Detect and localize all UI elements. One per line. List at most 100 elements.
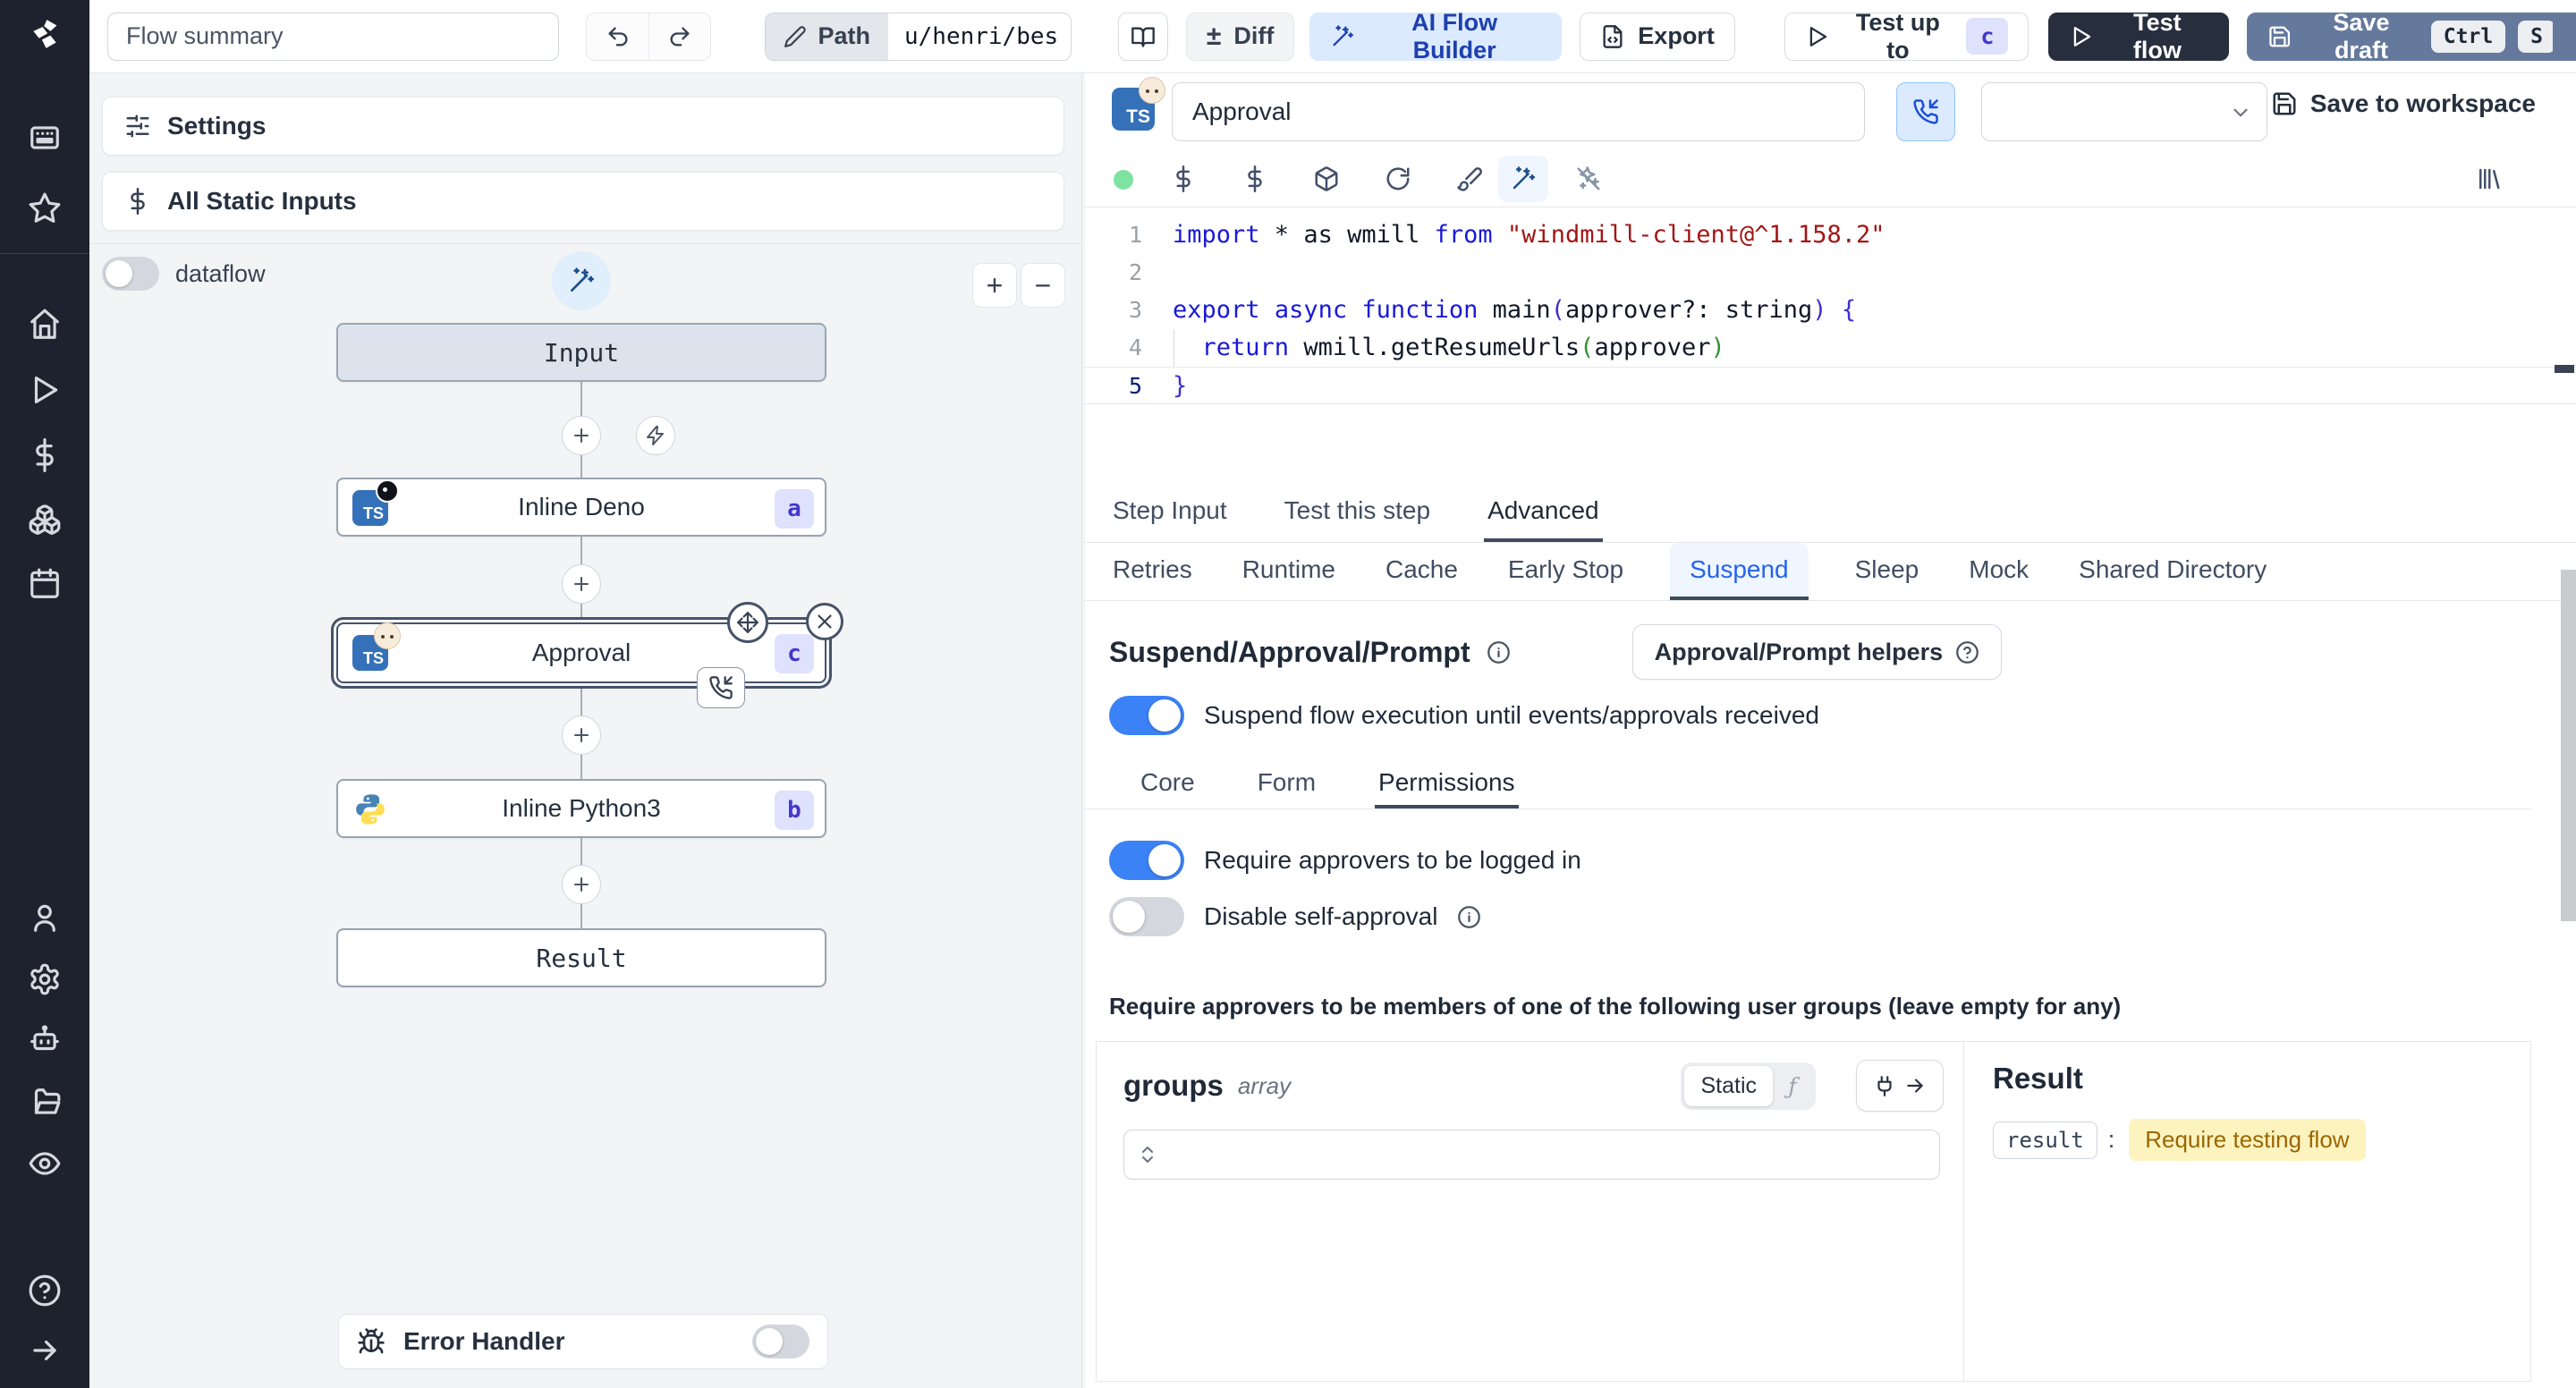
favorites-star-icon[interactable] — [27, 190, 63, 226]
tab-advanced[interactable]: Advanced — [1484, 483, 1603, 542]
approval-prompt-helpers-button[interactable]: Approval/Prompt helpers — [1631, 624, 2003, 680]
move-node-button[interactable] — [727, 602, 768, 643]
folders-icon[interactable] — [27, 1085, 63, 1121]
suspend-toggle[interactable] — [1109, 696, 1184, 735]
error-handler-toggle[interactable] — [752, 1325, 809, 1358]
redo-button[interactable] — [648, 13, 711, 60]
delete-node-button[interactable] — [806, 603, 843, 640]
groups-value-input[interactable] — [1167, 1137, 1927, 1172]
result-key-chip[interactable]: result — [1993, 1121, 2097, 1159]
code-line-current[interactable]: 5 } — [1085, 367, 2576, 404]
tab-permissions[interactable]: Permissions — [1375, 760, 1519, 808]
tab-early-stop[interactable]: Early Stop — [1504, 543, 1627, 600]
tab-runtime[interactable]: Runtime — [1239, 543, 1339, 600]
insert-step-button[interactable] — [562, 865, 601, 904]
schedules-calendar-icon[interactable] — [27, 566, 63, 602]
home-icon[interactable] — [27, 307, 63, 343]
code-line[interactable]: 2 — [1085, 254, 2576, 292]
tab-step-input[interactable]: Step Input — [1109, 483, 1231, 542]
flow-node-inline-python3[interactable]: Inline Python3 b — [336, 779, 826, 838]
path-value[interactable]: u/henri/bes — [887, 13, 1072, 60]
disable-self-approval-toggle[interactable] — [1109, 897, 1184, 936]
audit-eye-icon[interactable] — [27, 1146, 63, 1181]
step-summary-select[interactable] — [1981, 82, 2267, 141]
insert-step-button[interactable] — [562, 715, 601, 755]
info-icon[interactable] — [1457, 905, 1481, 929]
tab-cache[interactable]: Cache — [1382, 543, 1462, 600]
info-icon[interactable] — [1487, 640, 1511, 664]
settings-gear-icon[interactable] — [27, 961, 63, 997]
line-number: 1 — [1128, 222, 1142, 248]
ai-wand-button[interactable] — [552, 251, 611, 310]
flow-node-inline-deno[interactable]: TS Inline Deno a — [336, 478, 826, 537]
sparkles-off-icon[interactable] — [1572, 163, 1605, 195]
tab-form[interactable]: Form — [1254, 760, 1319, 808]
undo-button[interactable] — [586, 13, 649, 60]
library-icon[interactable] — [2472, 163, 2504, 195]
dataflow-toggle[interactable] — [102, 257, 159, 291]
tab-test-this-step[interactable]: Test this step — [1281, 483, 1434, 542]
insert-step-button[interactable] — [562, 416, 601, 455]
require-login-toggle[interactable] — [1109, 841, 1184, 880]
require-login-label: Require approvers to be logged in — [1204, 846, 1581, 874]
resources-dollar-icon[interactable] — [1239, 163, 1271, 195]
flow-settings-button[interactable]: Settings — [102, 97, 1064, 156]
resources-boxes-icon[interactable] — [27, 502, 63, 537]
zoom-out-button[interactable]: − — [1021, 263, 1065, 308]
format-brush-icon[interactable] — [1453, 163, 1486, 195]
groups-array-input[interactable] — [1123, 1130, 1940, 1180]
static-segment[interactable]: Static — [1684, 1065, 1773, 1106]
windmill-logo-icon[interactable] — [27, 16, 63, 52]
code-line[interactable]: 3 export async function main(approver?: … — [1085, 292, 2576, 329]
code-line[interactable]: 4 return wmill.getResumeUrls(approver) — [1085, 329, 2576, 367]
connect-input-button[interactable] — [1856, 1060, 1944, 1112]
fx-segment[interactable]: ƒ — [1773, 1073, 1812, 1099]
path-edit-button[interactable]: Path — [766, 13, 888, 60]
tab-core[interactable]: Core — [1137, 760, 1199, 808]
users-icon[interactable] — [27, 900, 63, 935]
chevron-down-icon — [2233, 108, 2248, 117]
tab-mock[interactable]: Mock — [1965, 543, 2032, 600]
deploy-button-partial[interactable] — [2553, 13, 2576, 61]
ai-flow-builder-button[interactable]: AI Flow Builder — [1309, 9, 1563, 63]
suspend-mode-button[interactable] — [1896, 82, 1955, 141]
help-circle-icon[interactable] — [27, 1273, 63, 1308]
runs-play-icon[interactable] — [27, 372, 63, 408]
code-editor[interactable]: 1 import * as wmill from "windmill-clien… — [1085, 207, 2576, 483]
tab-shared-directory[interactable]: Shared Directory — [2075, 543, 2270, 600]
step-name-input[interactable] — [1172, 82, 1865, 141]
zoom-in-button[interactable]: + — [972, 263, 1017, 308]
tab-suspend[interactable]: Suspend — [1670, 543, 1809, 600]
test-flow-button[interactable]: Test flow — [2048, 9, 2229, 63]
suspend-phone-badge — [697, 667, 745, 708]
all-static-inputs-button[interactable]: All Static Inputs — [102, 172, 1064, 231]
apps-window-icon[interactable] — [27, 120, 63, 156]
diff-button[interactable]: ± Diff — [1185, 12, 1295, 61]
save-to-workspace-button[interactable]: Save to workspace — [2271, 89, 2536, 118]
expand-arrow-right-icon[interactable] — [27, 1333, 63, 1368]
code-line[interactable]: 1 import * as wmill from "windmill-clien… — [1085, 216, 2576, 254]
result-value-chip[interactable]: Require testing flow — [2129, 1119, 2366, 1161]
flow-node-input[interactable]: Input — [336, 323, 826, 382]
tab-sleep[interactable]: Sleep — [1852, 543, 1923, 600]
error-handler-row[interactable]: Error Handler — [338, 1314, 828, 1369]
flow-summary-input[interactable] — [107, 12, 559, 61]
docs-book-button[interactable] — [1118, 12, 1168, 61]
variables-dollar-icon[interactable] — [1167, 163, 1199, 195]
flow-node-result[interactable]: Result — [336, 928, 826, 987]
dollar-icon — [131, 188, 145, 215]
step-detail-panel: TS Save to workspace — [1085, 73, 2576, 1388]
variables-dollar-icon[interactable] — [27, 437, 63, 473]
path-group[interactable]: Path u/henri/bes — [765, 12, 1072, 61]
panel-scrollbar[interactable] — [2561, 570, 2576, 921]
reload-icon[interactable] — [1382, 163, 1414, 195]
insert-step-button[interactable] — [562, 564, 601, 604]
export-button[interactable]: Export — [1580, 12, 1735, 61]
trigger-zap-button[interactable] — [636, 416, 675, 455]
workers-bot-icon[interactable] — [27, 1022, 63, 1058]
ai-wand-icon[interactable] — [1498, 156, 1548, 202]
tab-retries[interactable]: Retries — [1109, 543, 1196, 600]
save-draft-button[interactable]: Save draft Ctrl S — [2246, 9, 2576, 63]
package-icon[interactable] — [1310, 163, 1343, 195]
test-up-to-button[interactable]: Test up to c — [1784, 9, 2029, 63]
